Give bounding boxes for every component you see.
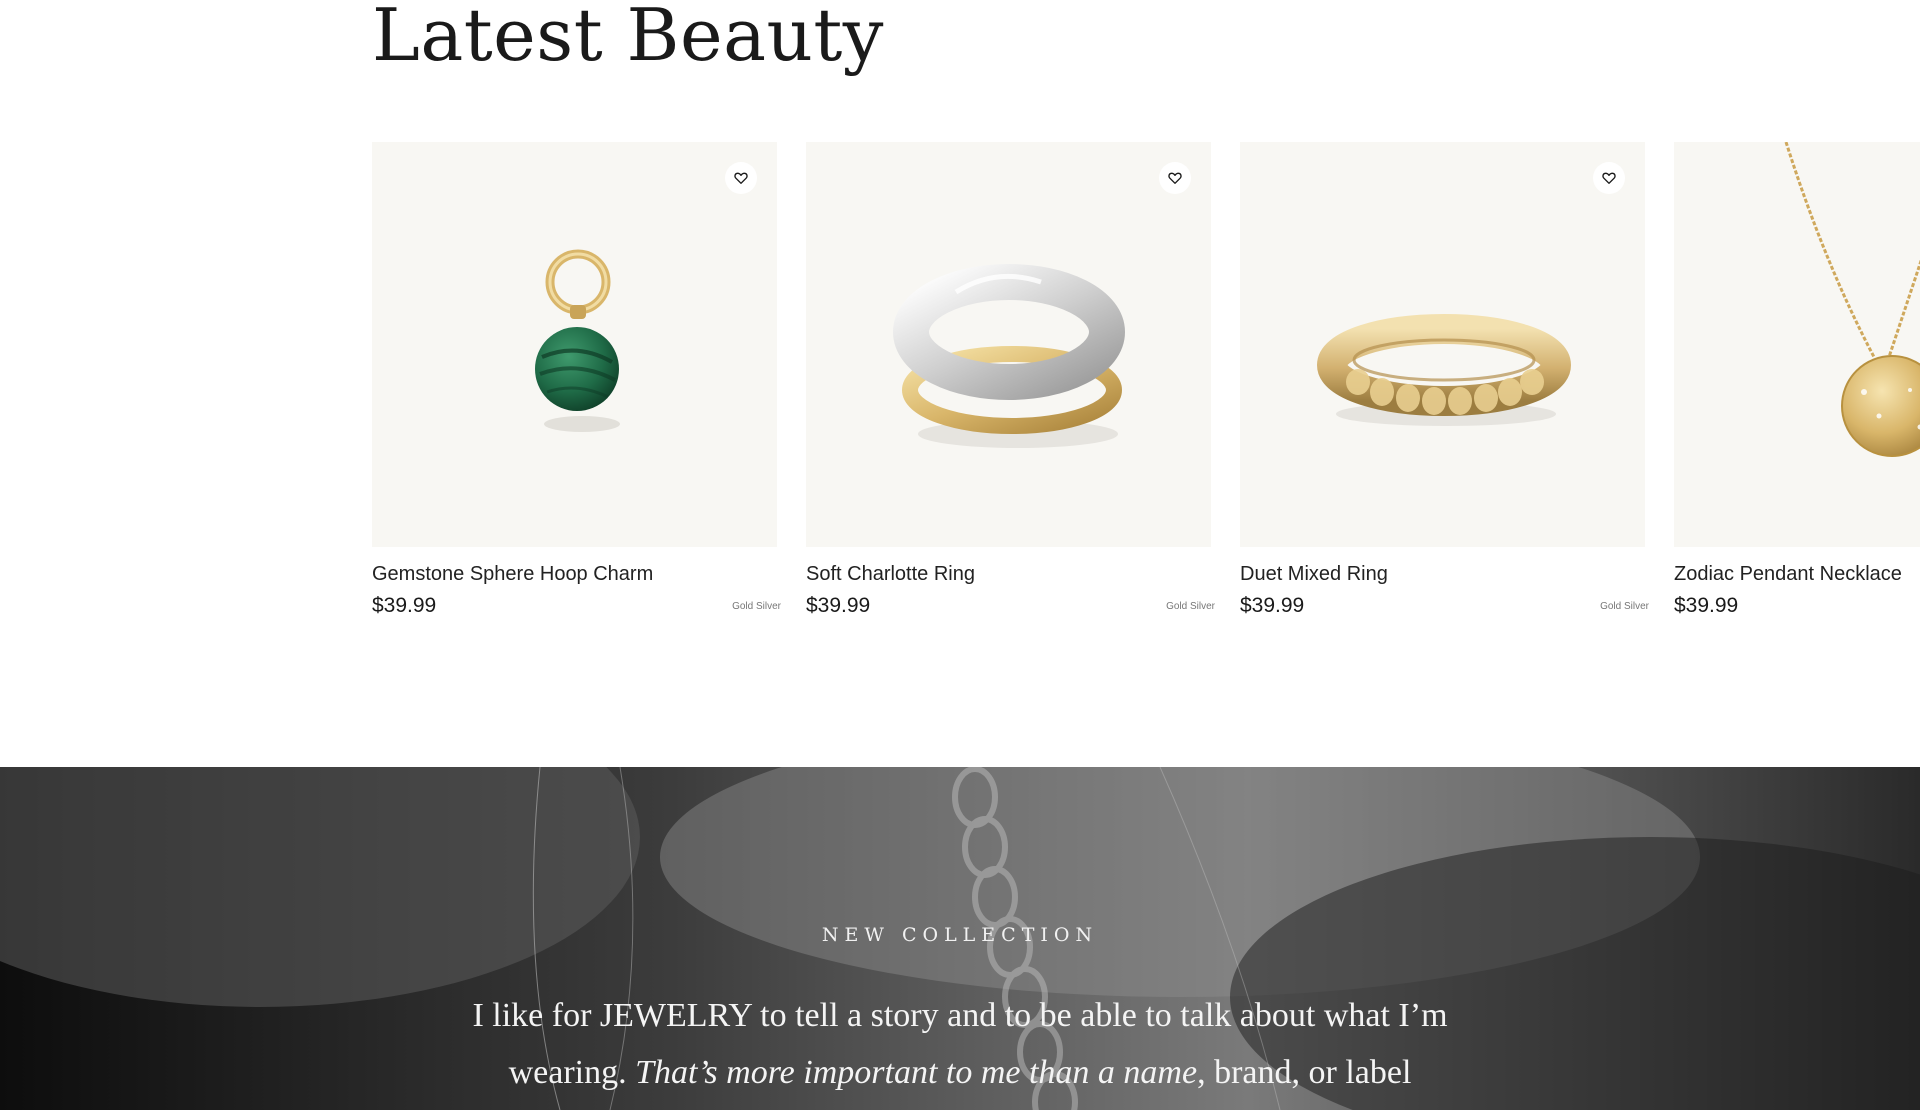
- product-name[interactable]: Soft Charlotte Ring: [806, 563, 1211, 586]
- section-title: Latest Beauty: [372, 0, 884, 77]
- collection-eyebrow: NEW COLLECTION: [821, 924, 1099, 946]
- quote-italic-text: That’s more important to me than a name: [635, 1054, 1198, 1091]
- product-price: $39.99: [372, 594, 437, 617]
- product-name[interactable]: Gemstone Sphere Hoop Charm: [372, 563, 777, 586]
- new-collection-hero: NEW COLLECTION I like for JEWELRY to tel…: [0, 767, 1920, 1110]
- product-price: $39.99: [806, 594, 871, 617]
- variant-options[interactable]: Gold Silver: [1600, 601, 1649, 612]
- product-card[interactable]: Duet Mixed Ring $39.99 Gold Silver: [1240, 142, 1649, 618]
- product-card[interactable]: Zodiac Pendant Necklace $39.99: [1674, 142, 1920, 618]
- product-card[interactable]: Gemstone Sphere Hoop Charm $39.99 Gold S…: [372, 142, 781, 618]
- wishlist-button[interactable]: [1159, 162, 1191, 194]
- wishlist-button[interactable]: [1593, 162, 1625, 194]
- heart-outline-icon: [1602, 172, 1616, 184]
- heart-outline-icon: [734, 172, 748, 184]
- charm-image: [535, 249, 620, 432]
- product-image[interactable]: [1240, 142, 1645, 547]
- product-carousel[interactable]: Gemstone Sphere Hoop Charm $39.99 Gold S…: [372, 142, 1920, 642]
- wishlist-button[interactable]: [725, 162, 757, 194]
- collection-quote: I like for JEWELRY to tell a story and t…: [420, 987, 1500, 1101]
- necklace-image: [1784, 142, 1920, 457]
- product-price: $39.99: [1674, 594, 1739, 617]
- product-image[interactable]: [372, 142, 777, 547]
- variant-options[interactable]: Gold Silver: [1166, 601, 1215, 612]
- product-image[interactable]: [1674, 142, 1920, 547]
- product-name[interactable]: Duet Mixed Ring: [1240, 563, 1645, 586]
- variant-options[interactable]: Gold Silver: [732, 601, 781, 612]
- product-image[interactable]: [806, 142, 1211, 547]
- heart-outline-icon: [1168, 172, 1182, 184]
- ring-image: [893, 264, 1125, 448]
- product-price: $39.99: [1240, 594, 1305, 617]
- ring-image: [1317, 314, 1571, 426]
- product-name[interactable]: Zodiac Pendant Necklace: [1674, 563, 1920, 586]
- quote-text-end: , brand, or label: [1197, 1054, 1412, 1091]
- product-card[interactable]: Soft Charlotte Ring $39.99 Gold Silver: [806, 142, 1215, 618]
